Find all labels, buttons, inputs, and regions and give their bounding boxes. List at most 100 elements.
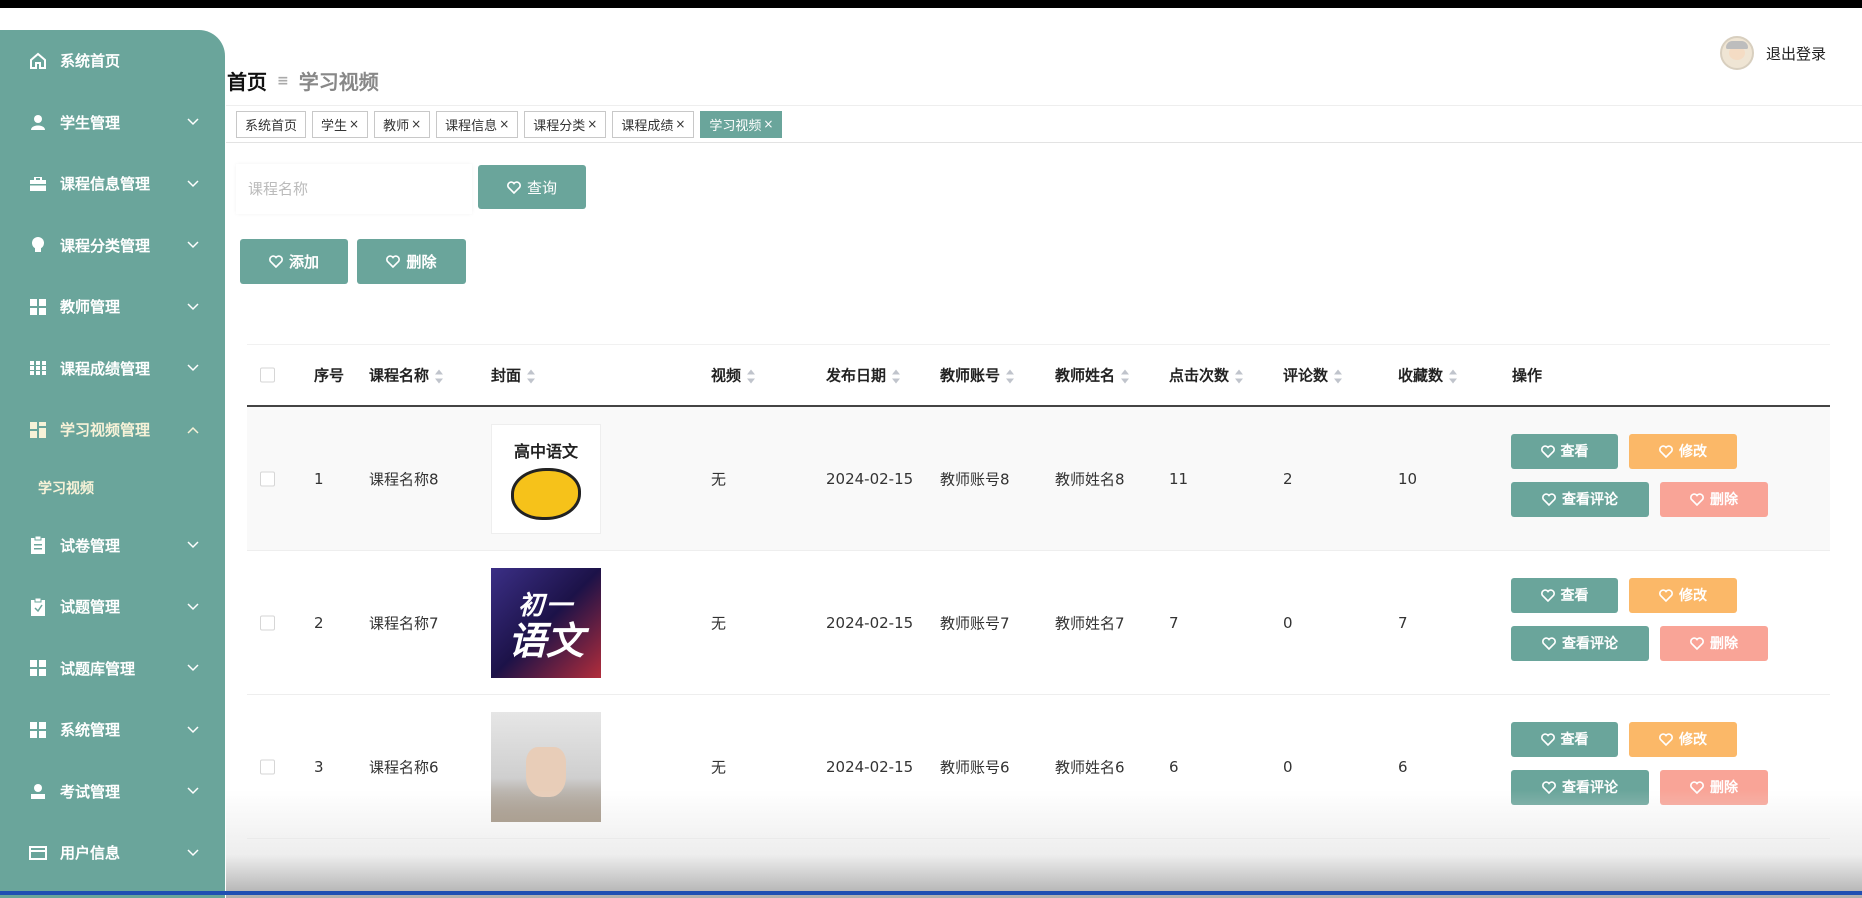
- sidebar-item-label: 系统首页: [60, 52, 121, 71]
- sidebar-item-label: 系统管理: [60, 721, 121, 740]
- search-input[interactable]: [236, 164, 472, 214]
- sidebar-subitem-study-video[interactable]: 学习视频: [0, 461, 225, 515]
- data-table: 序号 课程名称 封面 视频 发布日期 教师账号 教师姓名 点击次数 评论数 收藏…: [247, 344, 1830, 839]
- cover-image[interactable]: 高中语文: [491, 423, 601, 534]
- tag-home[interactable]: 系统首页: [236, 110, 307, 138]
- breadcrumb-home[interactable]: 首页: [227, 66, 267, 95]
- view-comments-button[interactable]: 查看评论: [1511, 625, 1649, 661]
- sort-icon[interactable]: [1334, 369, 1343, 383]
- header-comments[interactable]: 评论数: [1283, 365, 1343, 386]
- search-button[interactable]: 查询: [478, 165, 586, 209]
- sidebar-item-course-scores[interactable]: 课程成绩管理: [0, 338, 225, 400]
- cell-account: 教师账号6: [940, 758, 1010, 776]
- sidebar-item-course-info[interactable]: 课程信息管理: [0, 153, 225, 215]
- tag-label: 教师: [383, 118, 410, 134]
- view-button[interactable]: 查看: [1511, 433, 1618, 469]
- row-checkbox[interactable]: [260, 615, 275, 630]
- sidebar-item-exams[interactable]: 考试管理: [0, 761, 225, 823]
- sidebar-item-papers[interactable]: 试卷管理: [0, 515, 225, 577]
- tag-study-video[interactable]: 学习视频 ×: [700, 110, 783, 138]
- sort-icon[interactable]: [1006, 369, 1015, 383]
- sidebar-item-question-bank[interactable]: 试题库管理: [0, 638, 225, 700]
- sidebar-item-system[interactable]: 系统管理: [0, 699, 225, 761]
- cell-comments: 0: [1283, 757, 1293, 776]
- row-checkbox[interactable]: [260, 759, 275, 774]
- delete-button[interactable]: 删除: [1660, 769, 1768, 805]
- cell-teacher: 教师姓名8: [1055, 470, 1125, 488]
- header-date[interactable]: 发布日期: [826, 365, 901, 386]
- sort-icon[interactable]: [1449, 369, 1458, 383]
- avatar[interactable]: [1719, 36, 1754, 70]
- tag-course-category[interactable]: 课程分类 ×: [524, 110, 607, 138]
- cell-name: 课程名称8: [369, 470, 439, 488]
- logout-button[interactable]: 退出登录: [1766, 43, 1826, 64]
- tag-course-scores[interactable]: 课程成绩 ×: [612, 110, 695, 138]
- tag-students[interactable]: 学生 ×: [312, 110, 369, 138]
- cell-video: 无: [711, 614, 727, 632]
- sidebar-item-home[interactable]: 系统首页: [0, 30, 225, 92]
- close-icon[interactable]: ×: [675, 117, 685, 131]
- tag-course-info[interactable]: 课程信息 ×: [436, 110, 519, 138]
- cell-clicks: 11: [1169, 469, 1189, 488]
- cell-index: 2: [314, 613, 324, 632]
- sidebar-item-questions[interactable]: 试题管理: [0, 576, 225, 638]
- view-comments-button[interactable]: 查看评论: [1511, 769, 1649, 805]
- header-teacher[interactable]: 教师姓名: [1055, 365, 1130, 386]
- header-ops: 操作: [1512, 366, 1543, 385]
- view-button[interactable]: 查看: [1511, 577, 1618, 613]
- sort-icon[interactable]: [435, 369, 444, 383]
- sort-icon[interactable]: [1235, 369, 1244, 383]
- sort-icon[interactable]: [1121, 369, 1130, 383]
- header-name[interactable]: 课程名称: [369, 365, 444, 386]
- tag-teachers[interactable]: 教师 ×: [374, 110, 431, 138]
- sidebar-item-label: 用户信息: [60, 844, 121, 863]
- select-all-checkbox[interactable]: [260, 367, 275, 383]
- chevron-up-icon: [185, 422, 201, 438]
- batch-delete-button[interactable]: 删除: [357, 239, 466, 284]
- add-button[interactable]: 添加: [240, 239, 348, 284]
- sidebar-item-user-info[interactable]: 用户信息: [0, 822, 225, 884]
- delete-button[interactable]: 删除: [1660, 481, 1768, 517]
- top-black-bar: [0, 0, 1862, 8]
- table-row: 1 课程名称8 高中语文 无 2024-02-15 教师账号8 教师姓名8 11…: [247, 407, 1830, 551]
- close-icon[interactable]: ×: [763, 117, 773, 131]
- grid-icon: [28, 720, 48, 740]
- header-favorites[interactable]: 收藏数: [1398, 365, 1458, 386]
- header-cover[interactable]: 封面: [491, 365, 536, 386]
- edit-button[interactable]: 修改: [1629, 433, 1737, 469]
- view-comments-button-label: 查看评论: [1562, 780, 1618, 796]
- cover-text: 初一: [517, 591, 574, 621]
- row-checkbox[interactable]: [260, 471, 275, 486]
- edit-button[interactable]: 修改: [1629, 577, 1737, 613]
- sort-icon[interactable]: [527, 369, 536, 383]
- cell-video: 无: [711, 758, 727, 776]
- heart-icon: [1690, 636, 1704, 650]
- heart-icon: [1659, 588, 1673, 602]
- sidebar-item-label: 课程信息管理: [60, 175, 151, 194]
- edit-button[interactable]: 修改: [1629, 721, 1737, 757]
- sidebar-item-teachers[interactable]: 教师管理: [0, 276, 225, 338]
- close-icon[interactable]: ×: [411, 117, 421, 131]
- close-icon[interactable]: ×: [587, 117, 597, 131]
- chevron-down-icon: [185, 299, 201, 315]
- close-icon[interactable]: ×: [499, 117, 509, 131]
- cover-image[interactable]: [491, 711, 601, 822]
- cell-date: 2024-02-15: [826, 469, 914, 488]
- chevron-down-icon: [185, 783, 201, 799]
- sort-icon[interactable]: [747, 369, 756, 383]
- header-label: 教师姓名: [1055, 366, 1116, 385]
- header-video[interactable]: 视频: [711, 365, 756, 386]
- cover-image[interactable]: 初一 语文: [491, 567, 601, 678]
- sidebar-item-label: 学生管理: [60, 113, 121, 132]
- close-icon[interactable]: ×: [349, 117, 359, 131]
- sidebar-item-study-video[interactable]: 学习视频管理: [0, 399, 225, 461]
- sidebar-item-students[interactable]: 学生管理: [0, 92, 225, 154]
- delete-button[interactable]: 删除: [1660, 625, 1768, 661]
- cell-account: 教师账号7: [940, 614, 1010, 632]
- sort-icon[interactable]: [892, 369, 901, 383]
- header-clicks[interactable]: 点击次数: [1169, 365, 1244, 386]
- sidebar-item-course-category[interactable]: 课程分类管理: [0, 215, 225, 277]
- view-button[interactable]: 查看: [1511, 721, 1618, 757]
- header-account[interactable]: 教师账号: [940, 365, 1015, 386]
- view-comments-button[interactable]: 查看评论: [1511, 481, 1649, 517]
